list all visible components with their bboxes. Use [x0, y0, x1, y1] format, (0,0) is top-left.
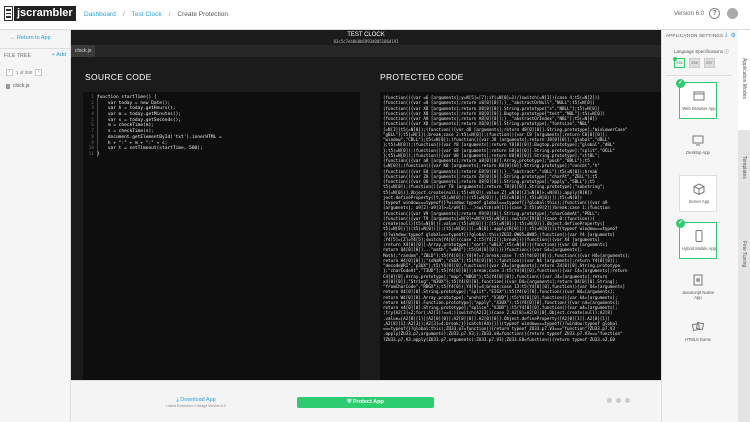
file-pager: ‹ 1 of 300 › — [6, 69, 66, 76]
logo-mark-icon — [4, 6, 13, 21]
check-icon: ✓ — [676, 79, 685, 88]
divider — [666, 75, 732, 76]
protected-code-lines: (function(){var =6 [arguments];y=N[5]=[7… — [383, 95, 659, 342]
app-mode-label: HTML5 Game — [684, 337, 712, 342]
app-mode-server[interactable]: Server App — [679, 175, 717, 212]
tab-label: Fine Tuning — [741, 241, 747, 268]
app-mode-desktop[interactable]: Desktop App — [679, 128, 717, 165]
editor-tab-bar — [71, 45, 661, 57]
source-code-title: SOURCE CODE — [85, 72, 152, 82]
line-text: var t = setTimeout(startTime, 500); — [97, 146, 203, 152]
logo-wordmark: jscrambler — [14, 6, 76, 21]
download-app-link[interactable]: ⤓ Download App — [171, 397, 221, 404]
editor-area: TEST CLOCK 83c5c7eb8b8b6993d005106d191 c… — [71, 30, 661, 382]
breadcrumb-current: Create Protection — [177, 11, 229, 18]
breadcrumb-app[interactable]: Test Clock — [132, 11, 162, 18]
server-cube-icon — [693, 183, 705, 195]
tab-clock-js[interactable]: clock.js — [71, 45, 96, 57]
tab-templates[interactable]: Templates — [738, 148, 750, 188]
protected-code-title: PROTECTED CODE — [380, 72, 464, 82]
app-hash: 83c5c7eb8b8b6993d005106d191 — [333, 39, 399, 44]
breadcrumb-separator: / — [168, 11, 171, 18]
tool-dot-icon[interactable] — [616, 398, 621, 403]
protect-app-button[interactable]: ⛨ Protect App — [297, 397, 434, 408]
language-spec-text: Language Specifications — [674, 49, 724, 54]
source-code-pane[interactable]: 1 function startTime() {2 var today = new… — [83, 92, 360, 382]
app-mode-label: JavaScript Native App — [681, 290, 715, 300]
settings-title: APPLICATION SETTINGS — [666, 33, 724, 38]
settings-actions: ⤓ ⚙ — [725, 32, 736, 39]
user-avatar-icon[interactable] — [727, 8, 738, 19]
desktop-icon — [692, 135, 704, 146]
download-settings-icon[interactable]: ⤓ — [725, 32, 728, 39]
lang-es5[interactable]: ES5 — [673, 57, 685, 68]
tab-label: Templates — [741, 156, 747, 179]
version-label: Version 6.0 — [673, 11, 704, 17]
language-options: ES5 ES6 ES7 — [673, 57, 715, 68]
tab-application-modes[interactable]: Application Modes — [738, 30, 750, 130]
app-mode-javascript-native[interactable]: JavaScript Native App — [679, 268, 717, 305]
protect-label: Protect App — [352, 399, 384, 405]
top-bar: jscrambler Dashboard / Test Clock / Crea… — [0, 0, 750, 30]
breadcrumb-dashboard[interactable]: Dashboard — [84, 11, 116, 18]
pager-text: 1 of 300 — [16, 70, 33, 75]
app-mode-hybrid-mobile[interactable]: ✓ Hybrid Mobile App — [676, 219, 717, 259]
app-mode-label: Hybrid Mobile App — [682, 246, 716, 251]
protected-code-pane[interactable]: (function(){var =6 [arguments];y=N[5]=[7… — [380, 92, 661, 382]
file-panel: ← Return to App FILE TREE + Add ‹ 1 of 3… — [0, 30, 71, 422]
language-spec-label: Language Specifications ⓘ — [674, 49, 729, 55]
source-code-lines: 1 function startTime() {2 var today = new… — [83, 95, 360, 158]
browser-icon — [693, 91, 705, 101]
download-label: Download App — [180, 397, 216, 403]
check-icon: ✓ — [676, 219, 685, 228]
app-mode-web-browser[interactable]: ✓ Web Browser App — [676, 79, 717, 119]
protected-code-line: Math];"random","ZBLD"];t5(Y4[0]);Y4[9]=7… — [383, 252, 631, 258]
info-icon[interactable]: ⓘ — [724, 49, 729, 54]
protected-code-line: [=N[2]]t5(=N[0]);(function(){var d8 [arg… — [383, 126, 628, 132]
app-mode-html5-game[interactable]: HTML5 Game — [679, 315, 717, 352]
prev-page-button[interactable]: ‹ — [6, 69, 13, 76]
protected-code-line: ];"charCodeAt","T3UD"];t5(Y4[0][0]);brea… — [383, 268, 628, 274]
jscrambler-logo[interactable]: jscrambler — [4, 6, 76, 21]
app-mode-label: Server App — [688, 199, 710, 204]
source-code-line: 11} — [83, 152, 360, 158]
breadcrumb-separator: / — [122, 11, 125, 18]
app-mode-label: Web Browser App — [682, 106, 716, 111]
next-page-button[interactable]: › — [35, 69, 43, 76]
tool-dot-icon[interactable] — [625, 398, 630, 403]
return-to-app-link[interactable]: ← Return to App — [10, 35, 51, 41]
help-icon[interactable]: ? — [709, 8, 720, 19]
lang-es6[interactable]: ES6 — [689, 58, 700, 68]
gear-icon[interactable]: ⚙ — [731, 32, 736, 39]
divider — [0, 48, 71, 49]
protected-code-line: .apply(ZU33.p7,arguments):ZU33.p7.V3;};Z… — [383, 331, 623, 337]
line-text: } — [97, 151, 100, 157]
editor-tools — [607, 398, 630, 403]
settings-vertical-tabs: Application Modes Templates Fine Tuning — [738, 30, 750, 422]
line-number: 11 — [88, 151, 94, 157]
settings-panel: APPLICATION SETTINGS ⤓ ⚙ Language Specif… — [661, 30, 738, 422]
protected-code-line: ?ZU33.p7.V3.apply(ZU33.p7,arguments):ZU3… — [383, 336, 615, 342]
mobile-icon — [695, 230, 703, 242]
dice-icon — [692, 321, 704, 332]
file-item[interactable]: clock.js — [6, 83, 29, 89]
file-name: clock.js — [13, 83, 30, 89]
add-file-button[interactable]: + Add — [52, 52, 66, 58]
file-icon — [6, 83, 10, 89]
native-app-icon — [693, 274, 703, 286]
bottom-bar: ⤓ Download App Latest Protection: 0 Imag… — [71, 380, 661, 422]
breadcrumb: Dashboard / Test Clock / Create Protecti… — [84, 11, 228, 18]
tool-dot-icon[interactable] — [607, 398, 612, 403]
download-subtext: Latest Protection: 0 Image Version 6.0 — [166, 404, 226, 408]
tab-label: Application Modes — [741, 58, 747, 99]
app-title: TEST CLOCK — [347, 32, 385, 38]
lang-es7[interactable]: ES7 — [704, 58, 715, 68]
app-mode-label: Desktop App — [686, 150, 710, 155]
tab-fine-tuning[interactable]: Fine Tuning — [738, 235, 750, 275]
file-tree-label: FILE TREE — [4, 53, 31, 59]
